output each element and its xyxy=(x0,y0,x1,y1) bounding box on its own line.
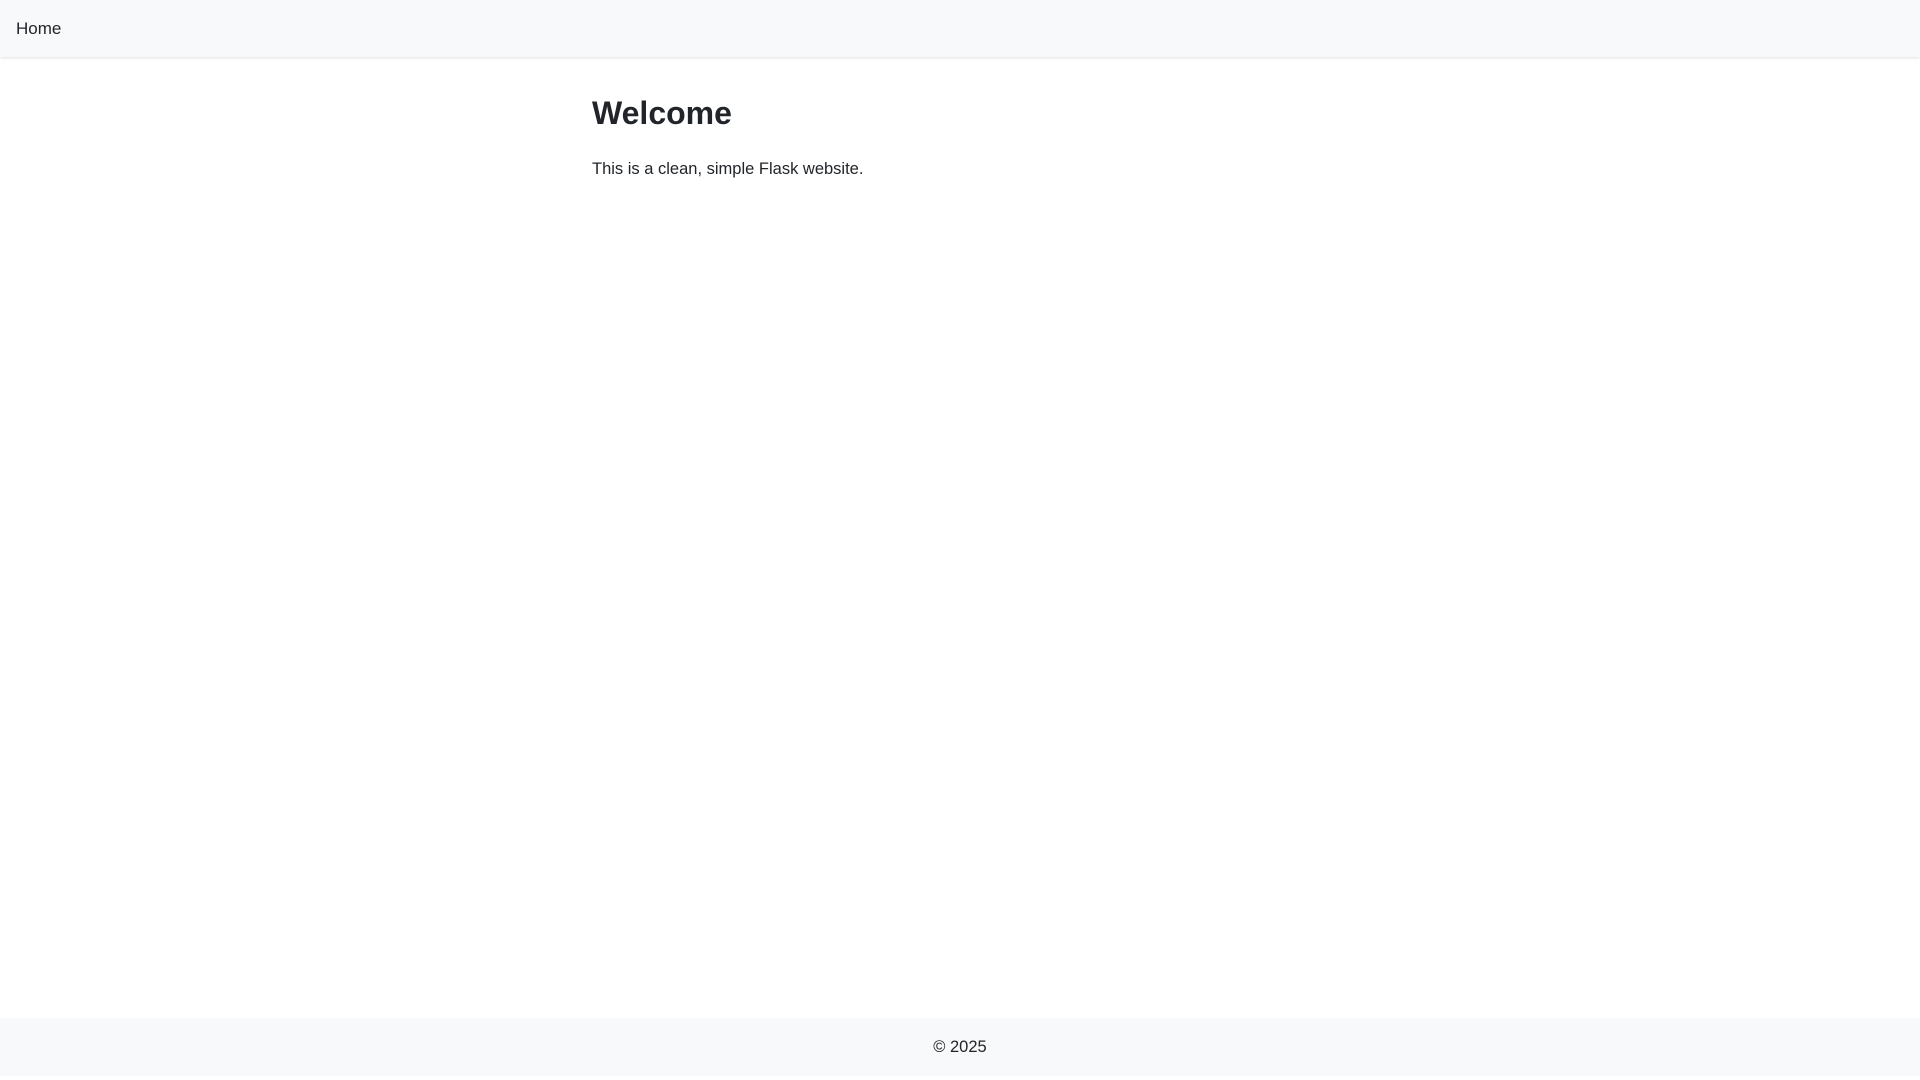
page-title: Welcome xyxy=(592,95,732,131)
nav-home-link[interactable]: Home xyxy=(16,19,61,39)
footer-copyright: © 2025 xyxy=(933,1037,987,1056)
intro-text: This is a clean, simple Flask website. xyxy=(592,160,864,178)
page-footer: © 2025 xyxy=(0,1018,1920,1076)
top-navbar: Home xyxy=(0,0,1920,57)
